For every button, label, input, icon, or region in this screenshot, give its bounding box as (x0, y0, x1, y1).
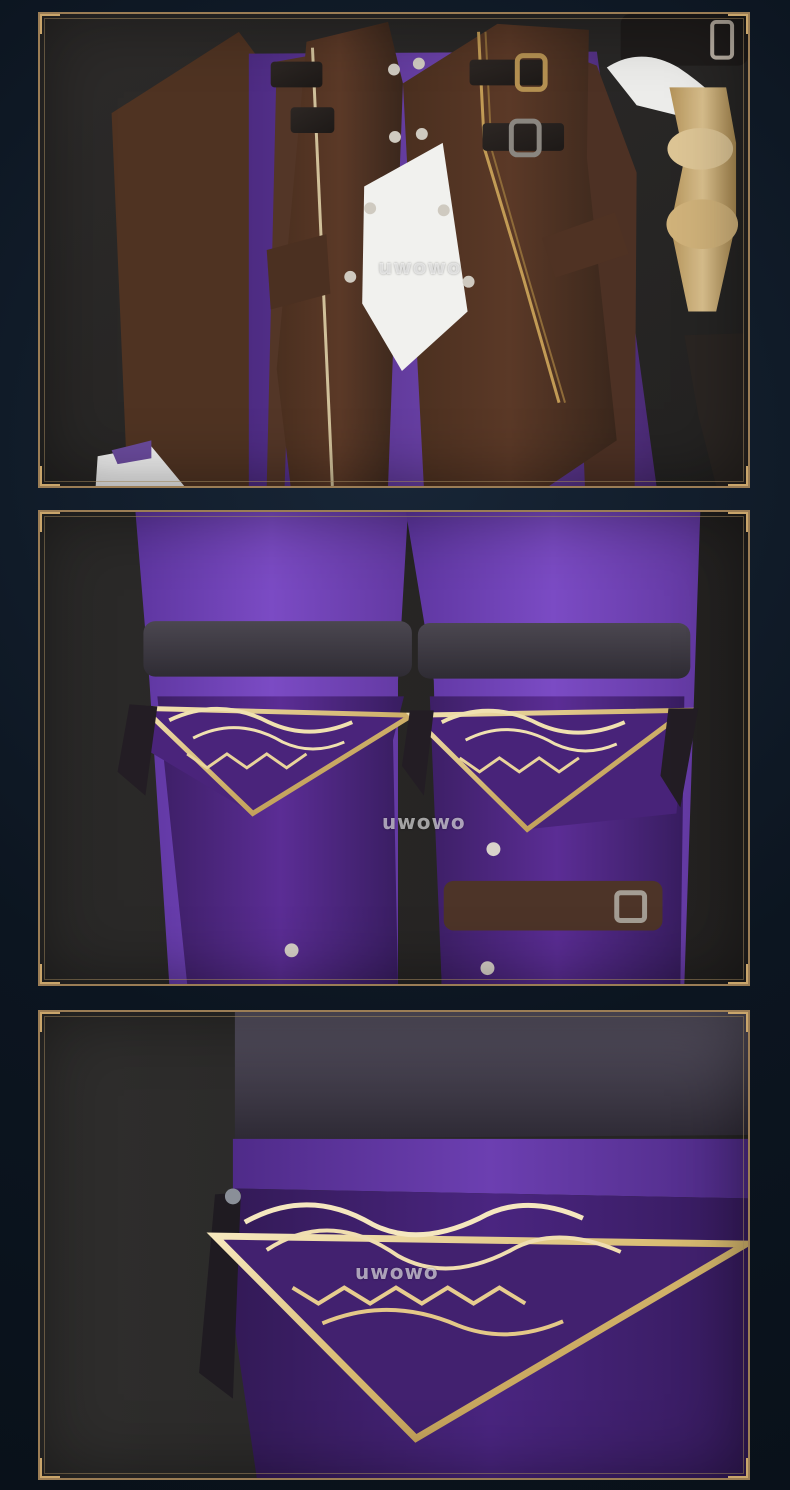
frame-corner-bottom-left (40, 964, 60, 984)
pants-strap-panel (38, 510, 750, 986)
frame-corner-bottom-right (728, 466, 748, 486)
frame-corner-bottom-left (40, 1458, 60, 1478)
frame-corner-top-right (728, 512, 748, 532)
frame-corner-top-left (40, 1012, 60, 1032)
pants-strap-image (40, 512, 748, 984)
frame-corner-top-right (728, 1012, 748, 1032)
jacket-vest-image (40, 14, 748, 486)
hem-detail-panel (38, 1010, 750, 1480)
frame-corner-bottom-right (728, 1458, 748, 1478)
hem-detail-image (40, 1012, 748, 1478)
frame-corner-top-left (40, 14, 60, 34)
jacket-vest-panel (38, 12, 750, 488)
frame-corner-top-left (40, 512, 60, 532)
frame-corner-bottom-right (728, 964, 748, 984)
frame-corner-bottom-left (40, 466, 60, 486)
frame-corner-top-right (728, 14, 748, 34)
